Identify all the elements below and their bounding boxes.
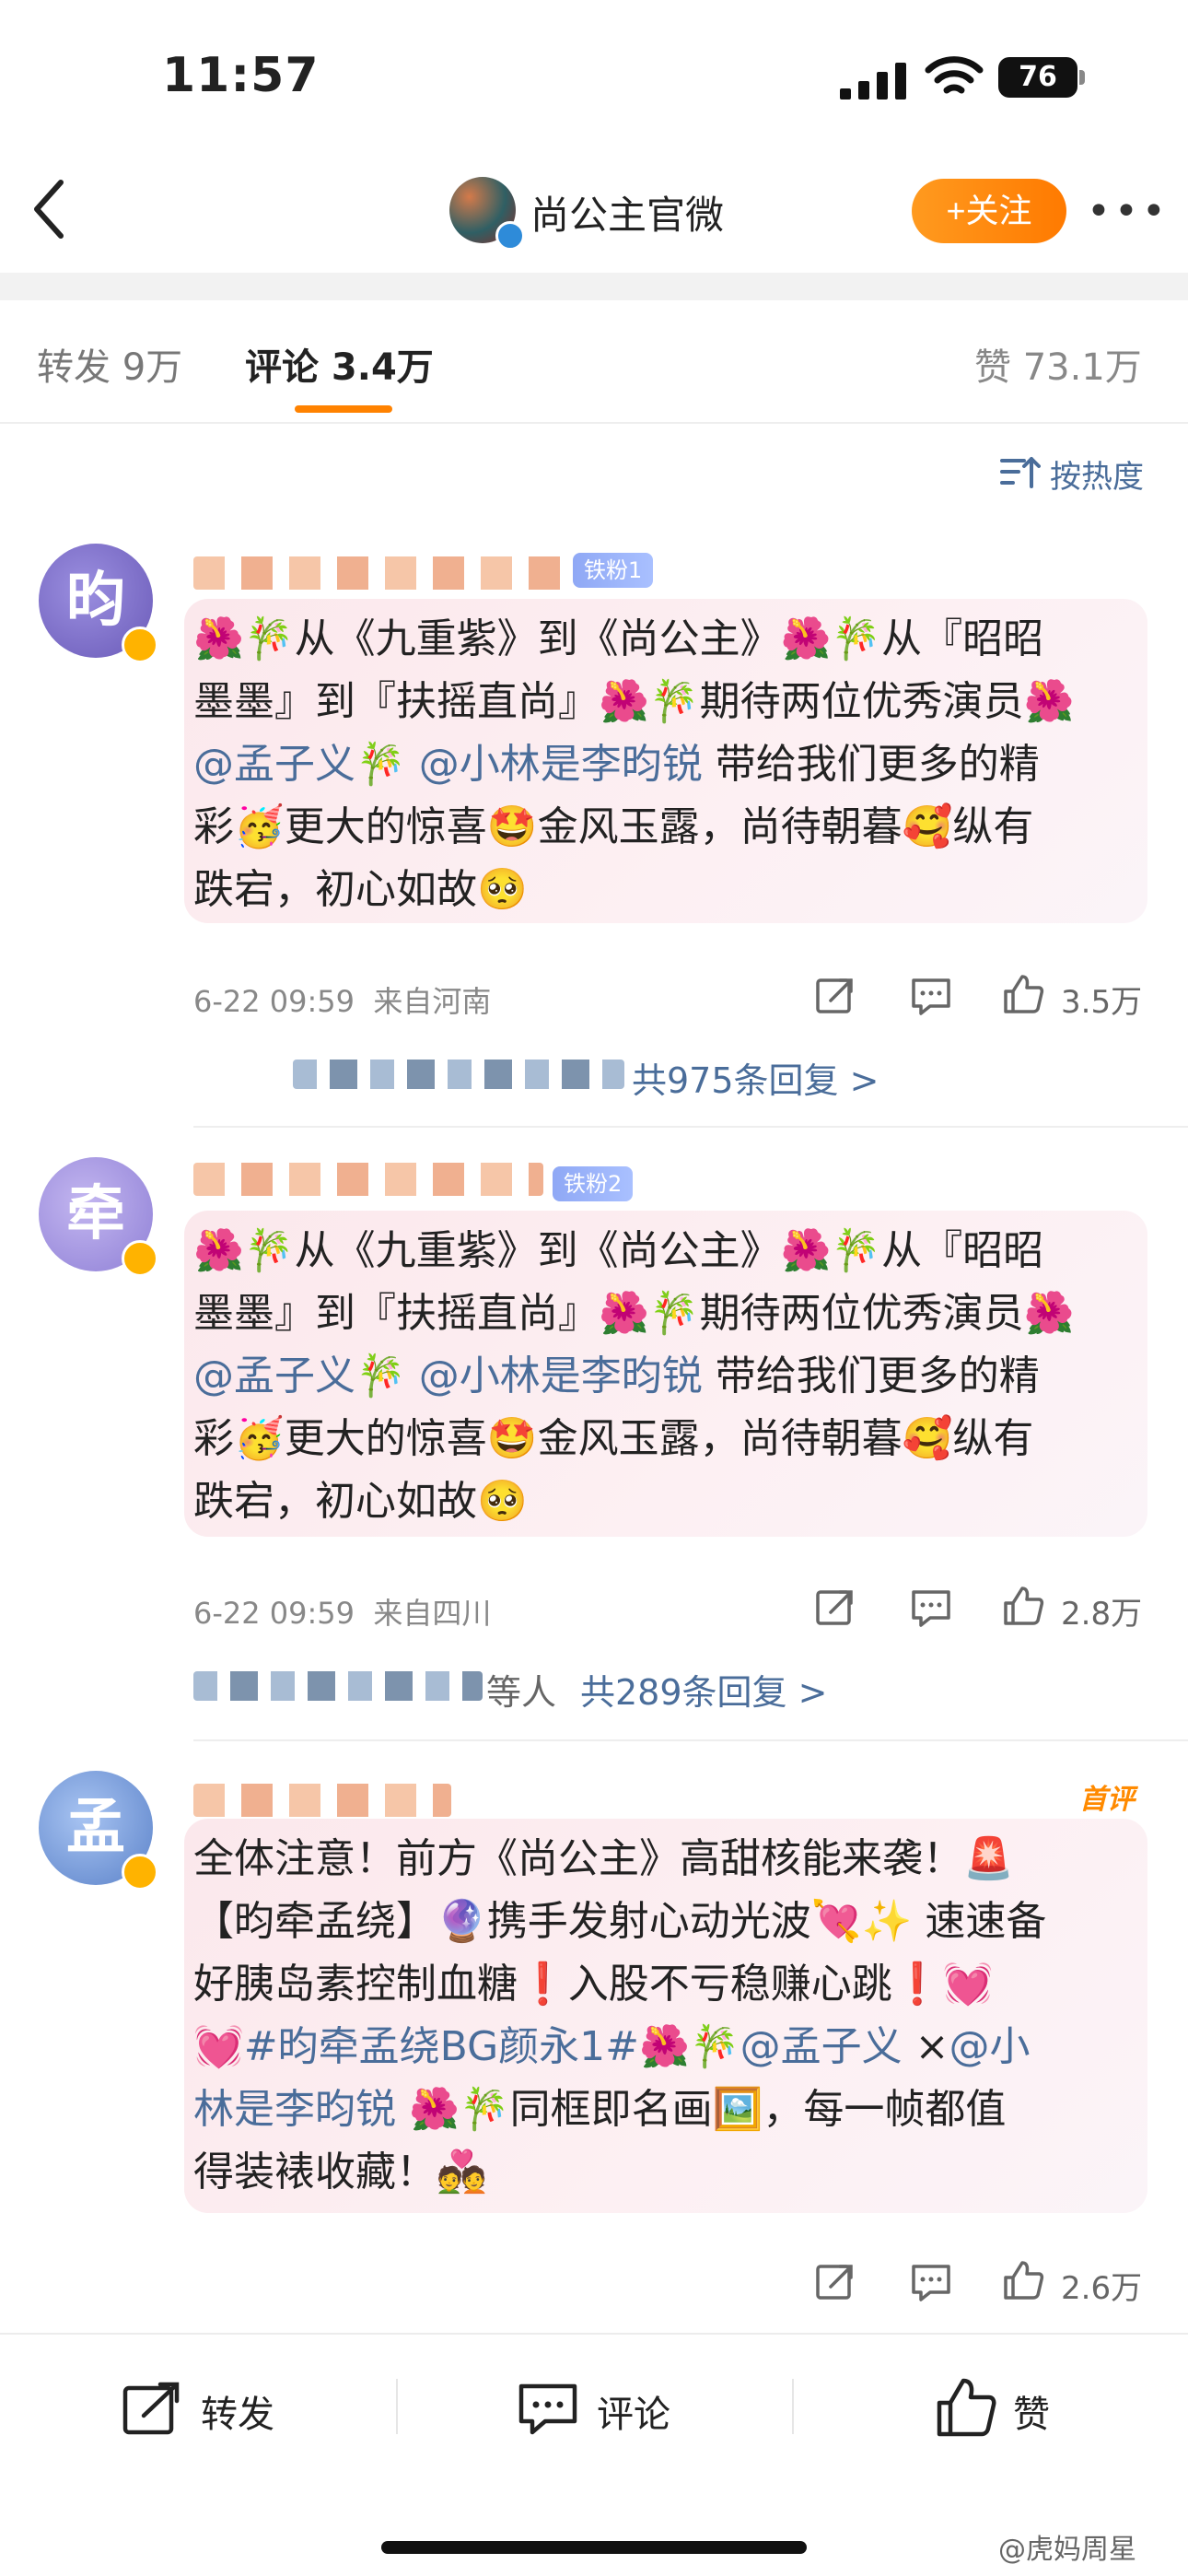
mention-link[interactable]: 林是李昀锐 bbox=[193, 2086, 396, 2133]
bottom-bar-separator bbox=[792, 2379, 794, 2434]
comment-fragment: × bbox=[914, 2023, 949, 2070]
like-icon[interactable] bbox=[1002, 973, 1044, 1015]
bottom-comment-button[interactable]: 评论 bbox=[597, 2384, 670, 2438]
comment-icon[interactable] bbox=[518, 2381, 578, 2438]
fan-badge: 铁粉2 bbox=[553, 1166, 634, 1201]
mention-link[interactable]: @孟子义 bbox=[740, 2023, 903, 2070]
comment-line: @孟子义🎋 @小林是李昀锐 带给我们更多的精 bbox=[193, 733, 1124, 796]
comment-divider bbox=[193, 1126, 1188, 1128]
comment-line: 墨墨』到『扶摇直尚』🌺🎋期待两位优秀演员🌺 bbox=[193, 1290, 1075, 1337]
comment-text: 🌺🎋从《九重紫》到《尚公主》🌺🎋从『昭昭 墨墨』到『扶摇直尚』🌺🎋期待两位优秀演… bbox=[193, 1220, 1124, 1533]
bottom-bar-separator bbox=[396, 2379, 398, 2434]
view-replies-link[interactable]: 共975条回复 > bbox=[632, 1052, 879, 1103]
comment-line: 【昀牵孟绕】🔮携手发射心动光波💘✨ 速速备 bbox=[193, 1898, 1047, 1945]
tab-comment[interactable]: 评论 3.4万 bbox=[245, 337, 434, 391]
comment-divider bbox=[193, 1739, 1188, 1741]
comment-time: 6-22 09:59 bbox=[193, 984, 355, 1019]
emoji: 🌺🎋 bbox=[639, 2023, 740, 2070]
section-separator bbox=[0, 273, 1188, 300]
comment-line: 💓#昀牵孟绕BG颜永1#🌺🎋@孟子义 ×@小 bbox=[193, 2016, 1124, 2078]
share-icon[interactable] bbox=[814, 2261, 856, 2303]
share-icon[interactable] bbox=[814, 1587, 856, 1629]
verified-icon bbox=[495, 221, 525, 251]
emoji: 🎋 bbox=[355, 741, 406, 788]
comment-fragment: 🌺🎋同框即名画🖼️，每一帧都值 bbox=[409, 2086, 1007, 2133]
battery-level: 76 bbox=[998, 57, 1077, 98]
hashtag-link[interactable]: 💓#昀牵孟绕BG颜永1# bbox=[193, 2023, 639, 2070]
verified-icon bbox=[122, 626, 158, 663]
bottom-bar-divider bbox=[0, 2333, 1188, 2335]
reply-icon[interactable] bbox=[910, 975, 952, 1017]
comment-line: 全体注意！前方《尚公主》高甜核能来袭！🚨 bbox=[193, 1835, 1014, 1882]
comment-fragment: 带给我们更多的精 bbox=[715, 741, 1040, 788]
account-name[interactable]: 尚公主官微 bbox=[530, 184, 724, 240]
mention-link[interactable]: @小林是李昀锐 bbox=[419, 741, 703, 788]
share-icon[interactable] bbox=[814, 975, 856, 1017]
comment-line: @孟子义🎋 @小林是李昀锐 带给我们更多的精 bbox=[193, 1345, 1124, 1408]
tab-like[interactable]: 赞 73.1万 bbox=[974, 337, 1142, 391]
active-tab-indicator bbox=[295, 405, 392, 413]
follow-button[interactable]: +关注 bbox=[912, 179, 1066, 243]
comment-text: 全体注意！前方《尚公主》高甜核能来袭！🚨 【昀牵孟绕】🔮携手发射心动光波💘✨ 速… bbox=[193, 1828, 1124, 2204]
bottom-like-button[interactable]: 赞 bbox=[1013, 2384, 1050, 2438]
comment-line: 🌺🎋从《九重紫》到《尚公主》🌺🎋从『昭昭 bbox=[193, 615, 1044, 662]
comment-location: 来自四川 bbox=[373, 1596, 492, 1631]
reply-icon[interactable] bbox=[910, 1587, 952, 1629]
reply-users-redacted bbox=[293, 1060, 624, 1089]
comment-time: 6-22 09:59 bbox=[193, 1596, 355, 1631]
reply-users-redacted bbox=[193, 1671, 483, 1701]
verified-icon bbox=[122, 1854, 158, 1891]
thumbs-up-icon[interactable] bbox=[936, 2377, 996, 2438]
comment-line: 得装裱收藏！💑 bbox=[193, 2149, 487, 2195]
wifi-icon bbox=[925, 56, 984, 94]
verified-icon bbox=[122, 1240, 158, 1277]
comment-line: 🌺🎋从《九重紫》到《尚公主》🌺🎋从『昭昭 bbox=[193, 1227, 1044, 1274]
like-icon[interactable] bbox=[1002, 1585, 1044, 1627]
mention-link[interactable]: @小 bbox=[949, 2023, 1030, 2070]
username-redacted[interactable] bbox=[193, 556, 571, 590]
watermark: @虎妈周星 bbox=[998, 2534, 1136, 2566]
comment-text: 🌺🎋从《九重紫》到《尚公主》🌺🎋从『昭昭 墨墨』到『扶摇直尚』🌺🎋期待两位优秀演… bbox=[193, 608, 1124, 921]
comment-location: 来自河南 bbox=[373, 984, 492, 1019]
home-indicator[interactable] bbox=[381, 2541, 807, 2554]
sort-by-hot[interactable]: 按热度 bbox=[1050, 451, 1144, 497]
comment-line: 跌宕，初心如故🥺 bbox=[193, 1478, 528, 1525]
username-redacted[interactable] bbox=[193, 1163, 543, 1196]
more-icon[interactable]: ••• bbox=[1087, 188, 1170, 235]
cellular-signal-icon bbox=[840, 63, 906, 100]
mention-link[interactable]: @孟子义 bbox=[193, 1352, 355, 1399]
comment-meta: 6-22 09:59 来自四川 bbox=[193, 1590, 491, 1633]
username-redacted[interactable] bbox=[193, 1784, 451, 1817]
reply-icon[interactable] bbox=[910, 2261, 952, 2303]
tabs-divider bbox=[0, 422, 1188, 424]
forward-icon[interactable] bbox=[122, 2381, 182, 2436]
battery-icon bbox=[1079, 70, 1085, 85]
mention-link[interactable]: @小林是李昀锐 bbox=[419, 1352, 703, 1399]
comment-line: 彩🥳更大的惊喜🤩金风玉露，尚待朝暮🥰纵有 bbox=[193, 1415, 1034, 1462]
status-time: 11:57 bbox=[162, 48, 320, 103]
like-count: 3.5万 bbox=[1061, 984, 1143, 1021]
back-icon[interactable] bbox=[28, 175, 72, 243]
like-count: 2.8万 bbox=[1061, 1596, 1143, 1633]
like-count: 2.6万 bbox=[1061, 2270, 1143, 2307]
reply-users-suffix: 等人 bbox=[486, 1672, 557, 1713]
comment-line: 墨墨』到『扶摇直尚』🌺🎋期待两位优秀演员🌺 bbox=[193, 678, 1075, 725]
sort-icon[interactable] bbox=[1000, 453, 1041, 490]
comment-line: 好胰岛素控制血糖❗️入股不亏稳赚心跳❗️💓 bbox=[193, 1961, 994, 2008]
comment-line: 林是李昀锐 🌺🎋同框即名画🖼️，每一帧都值 bbox=[193, 2078, 1124, 2141]
view-replies-link[interactable]: 共289条回复 > bbox=[580, 1664, 827, 1715]
like-icon[interactable] bbox=[1002, 2259, 1044, 2301]
comment-fragment: 带给我们更多的精 bbox=[715, 1352, 1040, 1399]
tab-forward[interactable]: 转发 9万 bbox=[37, 337, 182, 391]
comment-line: 跌宕，初心如故🥺 bbox=[193, 866, 528, 913]
mention-link[interactable]: @孟子义 bbox=[193, 741, 355, 788]
bottom-forward-button[interactable]: 转发 bbox=[201, 2384, 274, 2438]
first-comment-badge: 首评 bbox=[1079, 1784, 1135, 1816]
emoji: 🎋 bbox=[355, 1352, 406, 1399]
fan-badge: 铁粉1 bbox=[573, 553, 654, 588]
comment-line: 彩🥳更大的惊喜🤩金风玉露，尚待朝暮🥰纵有 bbox=[193, 803, 1034, 850]
comment-meta: 6-22 09:59 来自河南 bbox=[193, 978, 491, 1021]
